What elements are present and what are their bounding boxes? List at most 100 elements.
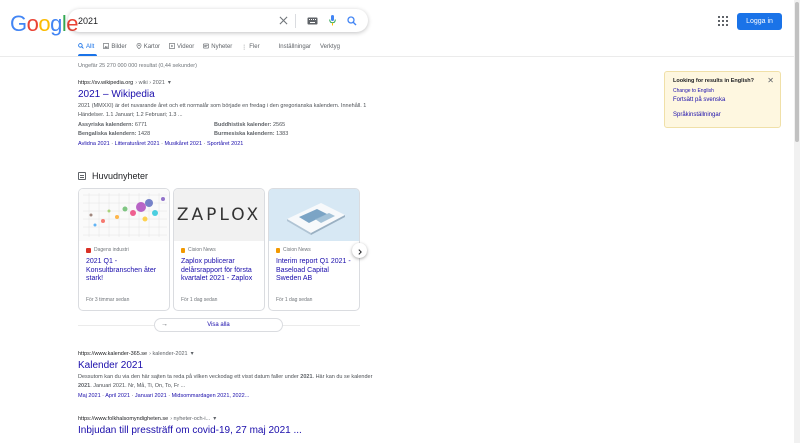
result-url: https://sv.wikipedia.org (78, 79, 134, 86)
keyboard-icon[interactable] (304, 13, 320, 29)
source-favicon (86, 247, 91, 253)
result-cite[interactable]: https://www.folkhalsomyndigheten.se › ny… (78, 415, 378, 423)
news-thumbnail (269, 189, 359, 241)
news-icon (203, 43, 210, 51)
chevron-down-icon[interactable]: ▾ (191, 350, 194, 357)
top-stories-title: Huvudnyheter (92, 171, 149, 181)
source-favicon (276, 247, 280, 253)
fact-item: Burmesiska kalendern: 1383 (214, 130, 350, 139)
tab-label: Fler (249, 44, 260, 50)
scrollbar[interactable] (794, 0, 800, 443)
result-stats: Ungefär 25 270 000 000 resultat (0,44 se… (78, 63, 197, 69)
chevron-down-icon[interactable]: ▾ (213, 415, 216, 422)
continue-swedish-link[interactable]: Fortsätt på svenska (673, 97, 772, 103)
fact-value: 6771 (134, 122, 148, 128)
news-card[interactable]: Cision News Interim report Q1 2021 - Bas… (268, 188, 360, 311)
result-title[interactable]: Kalender 2021 (78, 360, 378, 371)
fact-label: Assyriska kalendern: (78, 122, 134, 128)
result-url: https://www.folkhalsomyndigheten.se (78, 415, 169, 422)
news-source: Cision News (181, 247, 264, 253)
apps-grid-icon[interactable] (718, 16, 728, 26)
tab-tools[interactable]: Verktyg (320, 41, 340, 53)
source-name: Cision News (283, 247, 311, 253)
clear-icon[interactable] (275, 13, 291, 29)
news-title[interactable]: Zaplox publicerar delårsrapport för förs… (181, 258, 257, 284)
result-snippet: Dessutom kan du via den här sajten ta re… (78, 374, 373, 389)
source-favicon (181, 247, 185, 253)
fact-item: Assyriska kalendern: 6771 (78, 121, 214, 130)
news-time: För 3 timmar sedan (86, 297, 130, 303)
sitelink[interactable]: Midsommardagen 2021, 2022... (172, 393, 250, 399)
language-settings-link[interactable]: Språkinställningar (673, 112, 772, 118)
search-icon[interactable] (344, 13, 360, 29)
tab-more[interactable]: ⋮ Fler (241, 41, 259, 53)
carousel-next-button[interactable] (352, 243, 367, 258)
arrow-right-icon: → (161, 321, 168, 328)
news-icon (78, 172, 86, 180)
sitelink[interactable]: Musikåret 2021 (164, 141, 202, 147)
tab-label: Nyheter (211, 44, 233, 50)
tab-videos[interactable]: Videor (169, 41, 194, 53)
search-input[interactable] (78, 15, 271, 26)
news-source: Dagens industri (86, 247, 169, 253)
login-button[interactable]: Logga in (737, 13, 782, 30)
tab-maps[interactable]: Kartor (136, 41, 160, 53)
sitelink[interactable]: Maj 2021 (78, 393, 101, 399)
tab-settings[interactable]: Inställningar (279, 41, 311, 53)
tab-label: Verktyg (320, 44, 341, 50)
tab-label: Inställningar (278, 44, 311, 50)
result-sitelinks: Maj 2021 · April 2021 · Januari 2021 · M… (78, 393, 250, 399)
close-icon[interactable]: ✕ (767, 76, 774, 85)
news-thumbnail (79, 189, 169, 241)
tab-label: Allt (86, 44, 95, 50)
notice-question: Looking for results in English? (673, 78, 754, 84)
result-title[interactable]: Inbjudan till pressträff om covid-19, 27… (78, 425, 378, 436)
tab-images[interactable]: Bilder (103, 41, 127, 53)
result-path: › nyheter-och-i... (170, 415, 211, 422)
sitelink[interactable]: Januari 2021 (135, 393, 167, 399)
microphone-icon[interactable] (324, 13, 340, 29)
result-cite[interactable]: https://www.kalender-365.se › kalender-2… (78, 350, 378, 358)
tab-news[interactable]: Nyheter (203, 41, 232, 53)
sitelink[interactable]: Litteraturåret 2021 (115, 141, 160, 147)
video-icon (169, 43, 176, 51)
language-notice: Looking for results in English? ✕ Change… (664, 71, 781, 128)
news-title[interactable]: 2021 Q1 - Konsultbranschen åter stark! (86, 258, 162, 284)
more-icon: ⋮ (241, 44, 248, 51)
news-card[interactable]: Dagens industri 2021 Q1 - Konsultbransch… (78, 188, 170, 311)
result-title[interactable]: 2021 – Wikipedia (78, 89, 378, 100)
sitelink[interactable]: Avlidna 2021 (78, 141, 110, 147)
news-time: För 1 dag sedan (181, 297, 218, 303)
change-to-english-link[interactable]: Change to English (673, 88, 772, 94)
news-card[interactable]: ZAPLOX Cision News Zaplox publicerar del… (173, 188, 265, 311)
search-result: https://sv.wikipedia.org › wiki › 2021 ▾… (78, 79, 378, 148)
scrollbar-thumb[interactable] (795, 2, 799, 142)
fact-label: Buddhistisk kalender: (214, 122, 272, 128)
news-time: För 1 dag sedan (276, 297, 313, 303)
result-path: › wiki › 2021 (135, 79, 165, 86)
zaplox-logo: ZAPLOX (176, 205, 262, 225)
result-cite[interactable]: https://sv.wikipedia.org › wiki › 2021 ▾ (78, 79, 378, 87)
search-tabs: Allt Bilder Kartor Videor Nyheter ⋮ Fler… (78, 41, 349, 53)
divider (295, 13, 296, 28)
search-box (68, 9, 368, 32)
sitelink[interactable]: April 2021 (105, 393, 130, 399)
tab-label: Videor (177, 44, 195, 50)
view-all-button[interactable]: → Visa alla (154, 318, 283, 332)
fact-item: Buddhistisk kalender: 2565 (214, 121, 350, 130)
news-source: Cision News (276, 247, 359, 253)
tab-all[interactable]: Allt (78, 41, 94, 53)
source-name: Dagens industri (94, 247, 129, 253)
fact-label: Bengaliska kalendern: (78, 131, 137, 137)
sitelink[interactable]: Sportåret 2021 (207, 141, 243, 147)
result-url: https://www.kalender-365.se (78, 350, 148, 357)
view-all-label: Visa alla (207, 322, 230, 328)
search-result: https://www.folkhalsomyndigheten.se › ny… (78, 415, 378, 437)
top-stories-header: Huvudnyheter (78, 171, 148, 181)
news-title[interactable]: Interim report Q1 2021 - Baseload Capita… (276, 258, 352, 284)
search-icon (78, 43, 84, 51)
tab-label: Kartor (143, 44, 161, 50)
chevron-down-icon[interactable]: ▾ (168, 79, 171, 86)
tab-label: Bilder (111, 44, 127, 50)
fact-value: 1383 (276, 131, 289, 137)
